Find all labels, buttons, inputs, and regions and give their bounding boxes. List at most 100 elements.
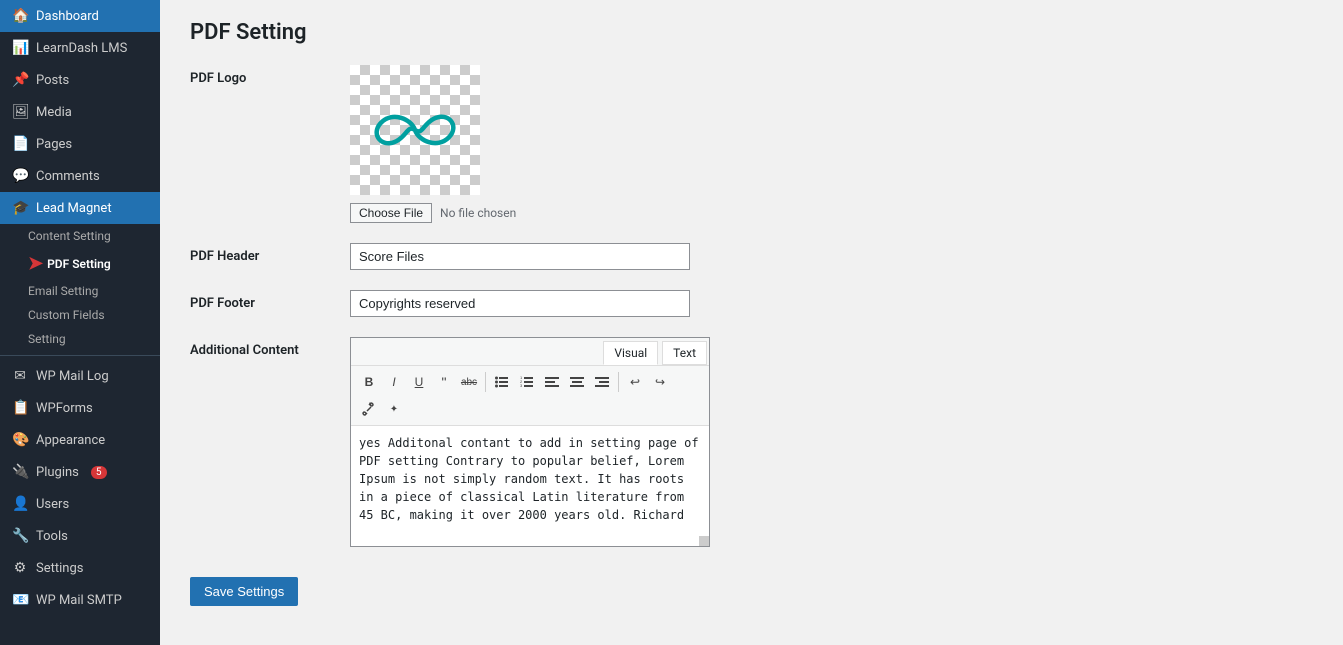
sidebar: 🏠 Dashboard 📊 LearnDash LMS 📌 Posts 🖼 Me…: [0, 0, 160, 645]
plugins-icon: 🔌: [12, 464, 28, 480]
lead-magnet-icon: 🎓: [12, 200, 28, 216]
toolbar-ol[interactable]: 123: [515, 370, 539, 394]
submenu-label: Content Setting: [28, 229, 111, 243]
pdf-header-control: [350, 243, 1313, 270]
sidebar-item-label: Dashboard: [36, 9, 99, 24]
editor-resize-handle[interactable]: [699, 536, 709, 546]
pdf-header-row: PDF Header: [190, 243, 1313, 270]
posts-icon: 📌: [12, 72, 28, 88]
sidebar-item-wp-mail-smtp[interactable]: 📧 WP Mail SMTP: [0, 584, 160, 616]
sidebar-item-appearance[interactable]: 🎨 Appearance: [0, 424, 160, 456]
toolbar-italic[interactable]: I: [382, 370, 406, 394]
pdf-footer-input[interactable]: [350, 290, 690, 317]
sidebar-item-label: Settings: [36, 561, 83, 576]
sidebar-item-dashboard[interactable]: 🏠 Dashboard: [0, 0, 160, 32]
pages-icon: 📄: [12, 136, 28, 152]
sidebar-item-label: Tools: [36, 529, 68, 544]
users-icon: 👤: [12, 496, 28, 512]
wp-mail-smtp-icon: 📧: [12, 592, 28, 608]
pdf-logo-control: Choose File No file chosen: [350, 65, 1313, 223]
sidebar-item-label: WPForms: [36, 401, 93, 416]
toolbar-link[interactable]: [357, 397, 381, 421]
pdf-footer-row: PDF Footer: [190, 290, 1313, 317]
appearance-icon: 🎨: [12, 432, 28, 448]
divider: [0, 355, 160, 356]
plugins-badge: 5: [91, 466, 107, 479]
additional-content-row: Additional Content Visual Text B I U " a…: [190, 337, 1313, 547]
sidebar-item-pages[interactable]: 📄 Pages: [0, 128, 160, 160]
sidebar-item-posts[interactable]: 📌 Posts: [0, 64, 160, 96]
choose-file-button[interactable]: Choose File: [350, 203, 432, 223]
submenu-label: Email Setting: [28, 284, 98, 298]
toolbar-blockquote[interactable]: ": [432, 370, 456, 394]
sidebar-item-comments[interactable]: 💬 Comments: [0, 160, 160, 192]
sidebar-item-label: Lead Magnet: [36, 201, 112, 216]
main-content: PDF Setting PDF Logo Choose File No file…: [160, 0, 1343, 645]
sidebar-item-label: LearnDash LMS: [36, 41, 127, 56]
sidebar-item-label: Appearance: [36, 433, 105, 448]
wp-mail-log-icon: ✉: [12, 368, 28, 384]
toolbar-sep-1: [485, 372, 486, 392]
toolbar-strikethrough[interactable]: abc: [457, 370, 481, 394]
sidebar-item-tools[interactable]: 🔧 Tools: [0, 520, 160, 552]
pdf-footer-control: [350, 290, 1313, 317]
submenu-pdf-setting[interactable]: ➤ PDF Setting: [0, 248, 160, 279]
additional-content-control: Visual Text B I U " abc 123: [350, 337, 1313, 547]
sidebar-item-label: Users: [36, 497, 69, 512]
sidebar-item-label: Media: [36, 105, 72, 120]
editor-textarea[interactable]: yes Additonal contant to add in setting …: [351, 426, 709, 546]
sidebar-item-users[interactable]: 👤 Users: [0, 488, 160, 520]
toolbar-align-right[interactable]: [590, 370, 614, 394]
logo-preview: [350, 65, 480, 195]
sidebar-item-label: Plugins: [36, 465, 79, 480]
toolbar-align-center[interactable]: [565, 370, 589, 394]
toolbar-bold[interactable]: B: [357, 370, 381, 394]
toolbar-undo[interactable]: ↩: [623, 370, 647, 394]
sidebar-item-media[interactable]: 🖼 Media: [0, 96, 160, 128]
editor-tabs: Visual Text: [351, 338, 709, 366]
toolbar-align-left[interactable]: [540, 370, 564, 394]
editor-toolbar: B I U " abc 123: [351, 366, 709, 426]
sidebar-item-plugins[interactable]: 🔌 Plugins 5: [0, 456, 160, 488]
submenu-email-setting[interactable]: Email Setting: [0, 279, 160, 303]
settings-icon: ⚙: [12, 560, 28, 576]
submenu-setting[interactable]: Setting: [0, 327, 160, 351]
sidebar-item-label: WP Mail SMTP: [36, 593, 122, 608]
arrow-icon: ➤: [28, 253, 43, 274]
media-icon: 🖼: [12, 104, 28, 120]
sidebar-item-wpforms[interactable]: 📋 WPForms: [0, 392, 160, 424]
save-settings-button[interactable]: Save Settings: [190, 577, 298, 606]
dashboard-icon: 🏠: [12, 8, 28, 24]
file-input-row: Choose File No file chosen: [350, 203, 1313, 223]
additional-content-label: Additional Content: [190, 337, 350, 358]
toolbar-redo[interactable]: ↪: [648, 370, 672, 394]
pdf-logo-label: PDF Logo: [190, 65, 350, 86]
toolbar-ul[interactable]: [490, 370, 514, 394]
wpforms-icon: 📋: [12, 400, 28, 416]
tools-icon: 🔧: [12, 528, 28, 544]
toolbar-sep-2: [618, 372, 619, 392]
pdf-header-label: PDF Header: [190, 243, 350, 264]
sidebar-item-label: Comments: [36, 169, 100, 184]
submenu-label: Custom Fields: [28, 308, 105, 322]
infinity-logo-svg: [370, 100, 460, 160]
sidebar-item-label: Posts: [36, 73, 69, 88]
tab-text[interactable]: Text: [662, 341, 707, 365]
no-file-text: No file chosen: [440, 206, 516, 220]
sidebar-item-label: Pages: [36, 137, 72, 152]
tab-visual[interactable]: Visual: [603, 341, 658, 365]
sidebar-item-wp-mail-log[interactable]: ✉ WP Mail Log: [0, 360, 160, 392]
sidebar-item-learndash[interactable]: 📊 LearnDash LMS: [0, 32, 160, 64]
editor-wrapper: Visual Text B I U " abc 123: [350, 337, 710, 547]
submenu-content-setting[interactable]: Content Setting: [0, 224, 160, 248]
sidebar-item-lead-magnet[interactable]: 🎓 Lead Magnet: [0, 192, 160, 224]
toolbar-more[interactable]: ✦: [382, 397, 406, 421]
toolbar-underline[interactable]: U: [407, 370, 431, 394]
submenu-custom-fields[interactable]: Custom Fields: [0, 303, 160, 327]
pdf-logo-row: PDF Logo Choose File No file chosen: [190, 65, 1313, 223]
sidebar-item-settings[interactable]: ⚙ Settings: [0, 552, 160, 584]
pdf-header-input[interactable]: [350, 243, 690, 270]
submenu-label: Setting: [28, 332, 66, 346]
page-title: PDF Setting: [190, 20, 1313, 45]
svg-text:3: 3: [520, 383, 523, 388]
